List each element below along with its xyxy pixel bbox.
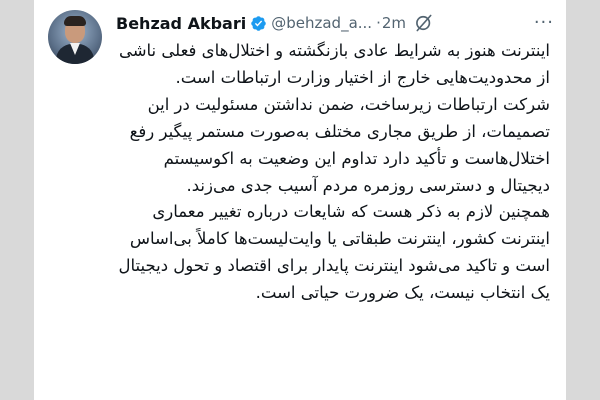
separator-dot: · bbox=[376, 14, 381, 32]
tweet-paragraph: شرکت ارتباطات زیرساخت، ضمن نداشتن مسئولی… bbox=[129, 94, 550, 195]
author-handle[interactable]: @behzad_a... bbox=[271, 14, 372, 32]
tweet-paragraph: اینترنت هنوز به شرایط عادی بازنگشته و اخ… bbox=[118, 41, 550, 87]
grok-icon[interactable] bbox=[414, 13, 434, 33]
tweet-header: Behzad Akbari @behzad_a... · 2m ··· bbox=[116, 12, 554, 34]
tweet-paragraph: همچنین لازم به ذکر هست که شایعات درباره … bbox=[118, 202, 550, 303]
timestamp[interactable]: 2m bbox=[382, 14, 406, 32]
author-name[interactable]: Behzad Akbari bbox=[116, 14, 246, 33]
verified-badge-icon bbox=[250, 15, 267, 32]
tweet-text: اینترنت هنوز به شرایط عادی بازنگشته و اخ… bbox=[114, 38, 550, 307]
avatar-hair bbox=[64, 16, 86, 26]
more-options-icon[interactable]: ··· bbox=[534, 14, 554, 32]
tweet-card: Behzad Akbari @behzad_a... · 2m ··· اینت… bbox=[34, 0, 566, 400]
avatar[interactable] bbox=[48, 10, 102, 64]
